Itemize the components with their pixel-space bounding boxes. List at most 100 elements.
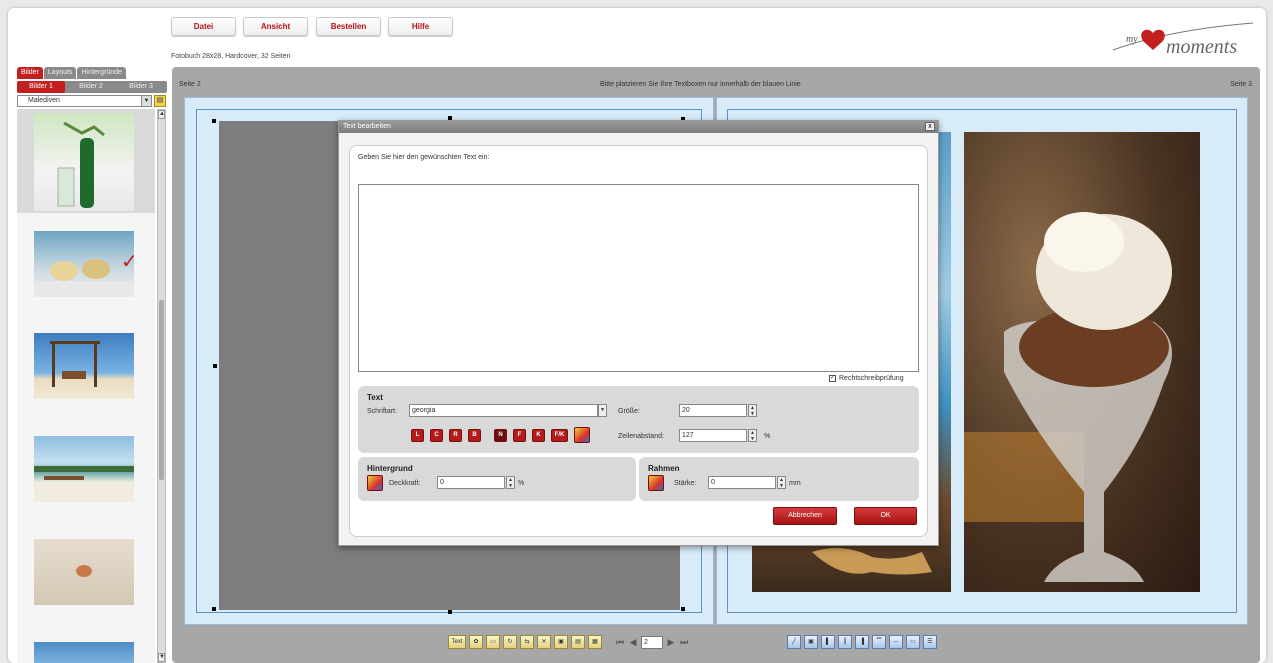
style-italic-button[interactable]: K (532, 429, 545, 442)
album-select[interactable]: Malediven ▼ (17, 95, 152, 107)
workspace-header: Seite 2 Bitte platzieren Sie Ihre Textbo… (172, 67, 1260, 88)
frame-color-icon[interactable] (648, 475, 664, 491)
album-select-value: Malediven (28, 97, 60, 104)
bring-front-icon[interactable]: ▣ (554, 635, 568, 649)
align-center-icon[interactable]: ┃ (838, 635, 852, 649)
line-spacing-stepper[interactable]: ▲ ▼ (748, 429, 757, 442)
crop-icon[interactable]: ▭ (486, 635, 500, 649)
size-stepper[interactable]: ▲ ▼ (748, 404, 757, 417)
font-select[interactable]: georgia (409, 404, 598, 417)
logo-my: my (1126, 34, 1138, 45)
prev-page-icon[interactable]: ◀ (628, 635, 638, 649)
flip-icon[interactable]: ⇆ (520, 635, 534, 649)
swing-photo (50, 341, 100, 387)
island-photo (34, 466, 134, 480)
background-color-icon[interactable] (367, 475, 383, 491)
opacity-unit: % (518, 480, 525, 487)
style-bold-italic-button[interactable]: F/K (551, 429, 568, 442)
crab-photo (76, 565, 92, 577)
add-image-icon[interactable]: ✿ (469, 635, 483, 649)
match-size-icon[interactable]: ▭ (906, 635, 920, 649)
dialog-titlebar[interactable]: Text bearbeiten x (339, 121, 938, 133)
size-label: Größe: (618, 408, 640, 415)
subtab-bilder-2[interactable]: Bilder 2 (67, 81, 115, 93)
align-left-button[interactable]: L (411, 429, 424, 442)
align-right-icon[interactable]: ▐ (855, 635, 869, 649)
thumbnail-image[interactable] (34, 333, 134, 399)
panel-tabs: Bilder Layouts Hintergründe (17, 67, 126, 79)
thumbnail-image[interactable] (34, 642, 134, 663)
tab-layouts[interactable]: Layouts (43, 67, 77, 79)
size-input[interactable]: 20 (679, 404, 747, 417)
grid-icon[interactable]: ▦ (588, 635, 602, 649)
align-justify-button[interactable]: B (468, 429, 481, 442)
distribute-icon[interactable]: ⇔ (889, 635, 903, 649)
resize-handle[interactable] (213, 364, 217, 368)
folder-icon[interactable]: ▤ (154, 95, 166, 107)
background-section-title: Hintergrund (367, 464, 413, 473)
close-icon[interactable]: x (925, 122, 935, 131)
align-top-icon[interactable]: ▔ (872, 635, 886, 649)
menu-hilfe[interactable]: Hilfe (388, 17, 453, 36)
text-edit-dialog: Text bearbeiten x Geben Sie hier den gew… (338, 120, 939, 546)
text-section-title: Text (367, 393, 383, 402)
strength-stepper[interactable]: ▲ ▼ (777, 476, 786, 489)
spellcheck-option[interactable]: ✓ Rechtschreibprüfung (829, 375, 904, 382)
line-spacing-input[interactable]: 127 (679, 429, 747, 442)
align-center-button[interactable]: C (430, 429, 443, 442)
scroll-down-icon[interactable]: ▼ (158, 653, 165, 662)
menu-ansicht[interactable]: Ansicht (243, 17, 308, 36)
logo-moments: moments (1166, 36, 1237, 58)
delete-icon[interactable]: ✕ (537, 635, 551, 649)
style-normal-button[interactable]: N (494, 429, 507, 442)
chevron-down-icon[interactable]: ▼ (598, 404, 607, 417)
page-input[interactable]: 2 (641, 635, 663, 649)
first-page-icon[interactable]: ⏮ (615, 635, 625, 649)
thumbnail-image[interactable] (34, 231, 134, 297)
frame-icon[interactable]: ▣ (804, 635, 818, 649)
menu-bestellen[interactable]: Bestellen (316, 17, 381, 36)
dialog-title: Text bearbeiten (343, 123, 391, 130)
thumbnail-image[interactable] (34, 539, 134, 605)
subtab-bilder-3[interactable]: Bilder 3 (117, 81, 165, 93)
menu-datei[interactable]: Datei (171, 17, 236, 36)
rotate-icon[interactable]: ↻ (503, 635, 517, 649)
next-page-icon[interactable]: ▶ (666, 635, 676, 649)
ok-button[interactable]: OK (854, 507, 917, 525)
strength-input[interactable]: 0 (708, 476, 776, 489)
subtab-bilder-1[interactable]: Bilder 1 (17, 81, 65, 93)
thumbnail-image[interactable] (34, 113, 134, 211)
diagonal-icon[interactable]: ╱ (787, 635, 801, 649)
thumbnail-scrollbar[interactable]: ▲ ▼ (157, 109, 166, 663)
style-bold-button[interactable]: F (513, 429, 526, 442)
chevron-down-icon[interactable]: ▼ (141, 96, 151, 106)
left-page-label: Seite 2 (179, 81, 201, 88)
send-back-icon[interactable]: ▤ (571, 635, 585, 649)
spellcheck-checkbox[interactable]: ✓ (829, 375, 836, 382)
background-section: Hintergrund Deckkraft: 0 ▲ ▼ % (358, 457, 636, 501)
cancel-button[interactable]: Abbrechen (773, 507, 837, 525)
spellcheck-label: Rechtschreibprüfung (839, 375, 904, 382)
text-color-icon[interactable] (574, 427, 590, 443)
frame-section-title: Rahmen (648, 464, 680, 473)
text-input-area[interactable] (358, 184, 919, 372)
drinks-photo (34, 259, 134, 297)
add-text-button[interactable]: Text (448, 635, 466, 649)
opacity-input[interactable]: 0 (437, 476, 505, 489)
last-page-icon[interactable]: ⏭ (679, 635, 689, 649)
lines-icon[interactable]: ☰ (923, 635, 937, 649)
opacity-stepper[interactable]: ▲ ▼ (506, 476, 515, 489)
align-right-button[interactable]: R (449, 429, 462, 442)
thumbnail-image[interactable] (34, 436, 134, 502)
tab-bilder[interactable]: Bilder (17, 67, 43, 79)
ice-cream-photo[interactable] (964, 132, 1200, 592)
resize-handle[interactable] (448, 610, 452, 614)
tab-hintergruende[interactable]: Hintergründe (77, 67, 126, 79)
line-spacing-unit: % (764, 433, 771, 440)
align-left-icon[interactable]: ▌ (821, 635, 835, 649)
resize-handle[interactable] (681, 607, 685, 611)
scroll-up-icon[interactable]: ▲ (158, 110, 165, 119)
resize-handle[interactable] (212, 119, 216, 123)
scroll-thumb[interactable] (159, 300, 164, 480)
resize-handle[interactable] (212, 607, 216, 611)
